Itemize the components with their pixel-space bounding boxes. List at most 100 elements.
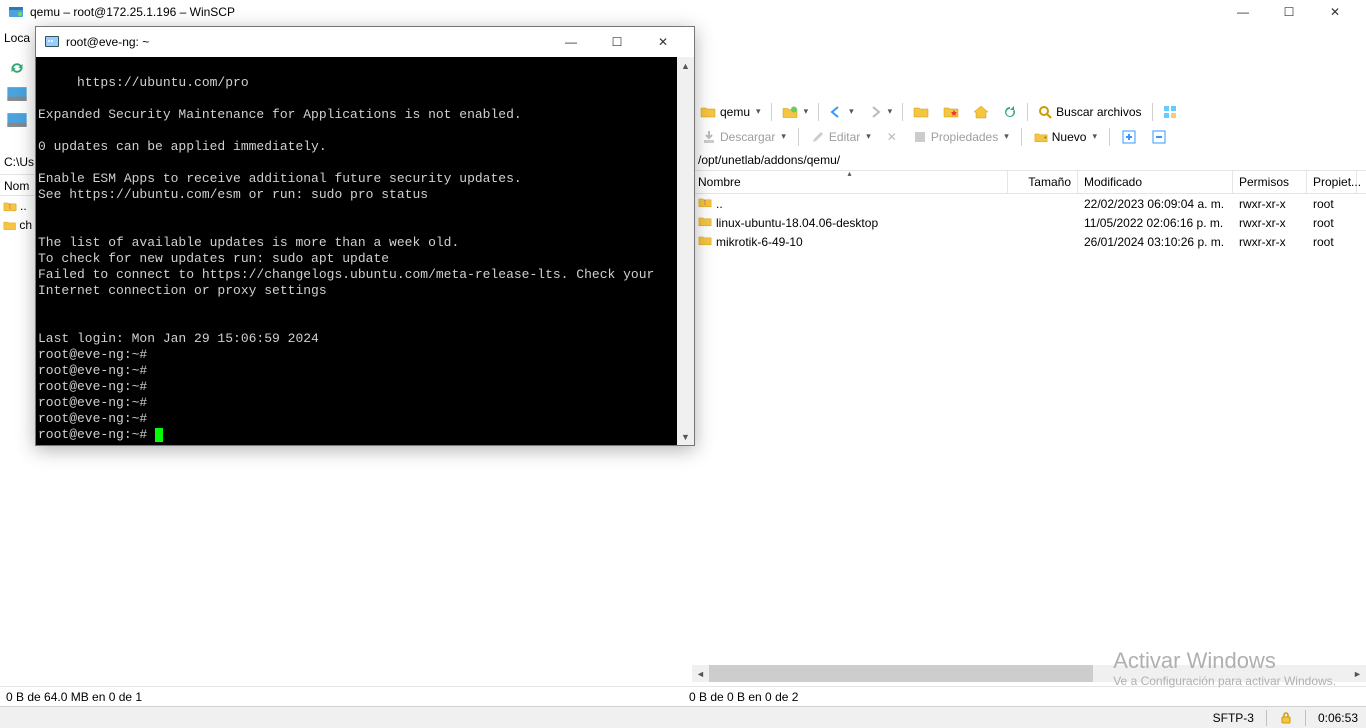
nav-extra[interactable] bbox=[1157, 101, 1185, 123]
terminal-close-button[interactable]: ✕ bbox=[640, 27, 686, 57]
terminal-minimize-button[interactable]: — bbox=[548, 27, 594, 57]
file-permissions: rwxr-xr-x bbox=[1233, 216, 1307, 230]
refresh-icon bbox=[1003, 105, 1017, 119]
left-panel-strip: Loca bbox=[0, 23, 35, 163]
nav-refresh[interactable] bbox=[997, 101, 1023, 123]
search-button[interactable]: Buscar archivos bbox=[1032, 101, 1147, 123]
terminal-output[interactable]: https://ubuntu.com/pro Expanded Security… bbox=[36, 57, 677, 445]
minimize-button[interactable]: — bbox=[1220, 0, 1266, 23]
winscp-icon bbox=[8, 4, 24, 20]
disk2-icon[interactable] bbox=[6, 109, 28, 131]
minus-icon bbox=[1152, 130, 1166, 144]
table-row[interactable]: linux-ubuntu-18.04.06-desktop 11/05/2022 … bbox=[692, 213, 1366, 232]
disk-icon[interactable] bbox=[6, 83, 28, 105]
local-path: C:\Us bbox=[0, 152, 35, 172]
nav-folder1[interactable] bbox=[907, 101, 935, 123]
nav-item[interactable]: ▾ bbox=[776, 101, 815, 123]
separator bbox=[1021, 128, 1022, 146]
protocol-label: SFTP-3 bbox=[1213, 711, 1254, 725]
terminal-scrollbar[interactable]: ▲ ▼ bbox=[677, 57, 694, 445]
remote-action-toolbar: Descargar▾ Editar▾ ✕ Propiedades▾ Nuevo▾ bbox=[692, 124, 1366, 150]
col-modified[interactable]: Modificado bbox=[1078, 171, 1233, 193]
chevron-down-icon: ▾ bbox=[804, 106, 809, 117]
nav-folder2[interactable] bbox=[937, 101, 965, 123]
session-time: 0:06:53 bbox=[1318, 711, 1358, 725]
local-row-item[interactable]: ch bbox=[0, 215, 35, 234]
delete-icon: ✕ bbox=[887, 130, 897, 144]
file-permissions: rwxr-xr-x bbox=[1233, 235, 1307, 249]
horizontal-scrollbar[interactable]: ◄ ► bbox=[692, 665, 1366, 682]
folder-new-icon bbox=[782, 105, 798, 119]
nav-forward[interactable]: ▾ bbox=[862, 101, 899, 123]
folder-icon bbox=[698, 234, 712, 249]
chevron-down-icon: ▾ bbox=[756, 106, 761, 117]
plus-icon bbox=[1122, 130, 1136, 144]
col-size[interactable]: Tamaño bbox=[1008, 171, 1078, 193]
edit-button[interactable]: Editar▾ bbox=[805, 126, 877, 148]
new-folder-icon bbox=[1034, 130, 1048, 144]
parent-folder-icon: t bbox=[3, 200, 17, 212]
home-icon bbox=[973, 105, 989, 119]
minus-button[interactable] bbox=[1146, 126, 1172, 148]
terminal-body-wrap: https://ubuntu.com/pro Expanded Security… bbox=[36, 57, 694, 445]
file-owner: root bbox=[1307, 216, 1357, 230]
remote-folder-dropdown[interactable]: qemu ▾ bbox=[694, 101, 767, 123]
status-left: 0 B de 64.0 MB en 0 de 1 bbox=[0, 688, 683, 706]
separator bbox=[771, 103, 772, 121]
folder-icon bbox=[913, 105, 929, 118]
close-button[interactable]: ✕ bbox=[1312, 0, 1358, 23]
separator bbox=[1109, 128, 1110, 146]
bottom-status-bar: SFTP-3 0:06:53 bbox=[0, 706, 1366, 728]
col-name[interactable]: Nombre▴ bbox=[692, 171, 1008, 193]
col-permissions[interactable]: Permisos bbox=[1233, 171, 1307, 193]
chevron-down-icon: ▾ bbox=[866, 131, 871, 142]
terminal-cursor bbox=[155, 428, 163, 442]
scroll-down-icon[interactable]: ▼ bbox=[677, 428, 694, 445]
remote-panel: qemu ▾ ▾ ▾ ▾ Buscar archivos Descargar▾ … bbox=[692, 100, 1366, 682]
scroll-up-icon[interactable]: ▲ bbox=[677, 57, 694, 74]
table-row[interactable]: mikrotik-6-49-10 26/01/2024 03:10:26 p. m… bbox=[692, 232, 1366, 251]
terminal-titlebar[interactable]: root@eve-ng: ~ — ☐ ✕ bbox=[36, 27, 694, 57]
status-divider bbox=[0, 686, 1366, 687]
terminal-maximize-button[interactable]: ☐ bbox=[594, 27, 640, 57]
folder-icon bbox=[700, 105, 716, 118]
folder-star-icon bbox=[943, 105, 959, 118]
new-button[interactable]: Nuevo▾ bbox=[1028, 126, 1103, 148]
local-col-name[interactable]: Nom bbox=[0, 174, 35, 196]
file-name: mikrotik-6-49-10 bbox=[716, 235, 803, 249]
nav-back[interactable]: ▾ bbox=[823, 101, 860, 123]
delete-button[interactable]: ✕ bbox=[881, 126, 903, 148]
terminal-title: root@eve-ng: ~ bbox=[66, 35, 548, 49]
file-name: .. bbox=[716, 197, 723, 211]
plus-button[interactable] bbox=[1116, 126, 1142, 148]
download-icon bbox=[702, 130, 716, 144]
scroll-track[interactable] bbox=[677, 74, 694, 428]
table-row[interactable]: t..22/02/2023 06:09:04 a. m.rwxr-xr-xroo… bbox=[692, 194, 1366, 213]
chevron-down-icon: ▾ bbox=[888, 106, 893, 117]
nav-home[interactable] bbox=[967, 101, 995, 123]
maximize-button[interactable]: ☐ bbox=[1266, 0, 1312, 23]
scroll-right-icon[interactable]: ► bbox=[1349, 665, 1366, 682]
file-name: linux-ubuntu-18.04.06-desktop bbox=[716, 216, 878, 230]
file-modified: 11/05/2022 02:06:16 p. m. bbox=[1078, 216, 1233, 230]
file-modified: 26/01/2024 03:10:26 p. m. bbox=[1078, 235, 1233, 249]
search-icon bbox=[1038, 105, 1052, 119]
window-title: qemu – root@172.25.1.196 – WinSCP bbox=[30, 5, 1220, 19]
local-row-parent[interactable]: t .. bbox=[0, 196, 35, 215]
separator bbox=[1152, 103, 1153, 121]
scroll-left-icon[interactable]: ◄ bbox=[692, 665, 709, 682]
download-button[interactable]: Descargar▾ bbox=[696, 126, 792, 148]
scroll-thumb[interactable] bbox=[709, 665, 1093, 682]
col-owner[interactable]: Propiet... bbox=[1307, 171, 1357, 193]
remote-path: /opt/unetlab/addons/qemu/ bbox=[692, 150, 1366, 170]
local-label: Loca bbox=[4, 31, 30, 45]
separator bbox=[1305, 710, 1306, 726]
arrow-right-icon bbox=[868, 106, 882, 118]
sync-icon[interactable] bbox=[6, 57, 28, 79]
scroll-track[interactable] bbox=[709, 665, 1349, 682]
parent-folder-icon: t bbox=[698, 196, 712, 211]
separator bbox=[1027, 103, 1028, 121]
remote-nav-toolbar: qemu ▾ ▾ ▾ ▾ Buscar archivos bbox=[692, 100, 1366, 124]
remote-column-headers: Nombre▴ Tamaño Modificado Permisos Propi… bbox=[692, 170, 1366, 194]
properties-button[interactable]: Propiedades▾ bbox=[907, 126, 1015, 148]
